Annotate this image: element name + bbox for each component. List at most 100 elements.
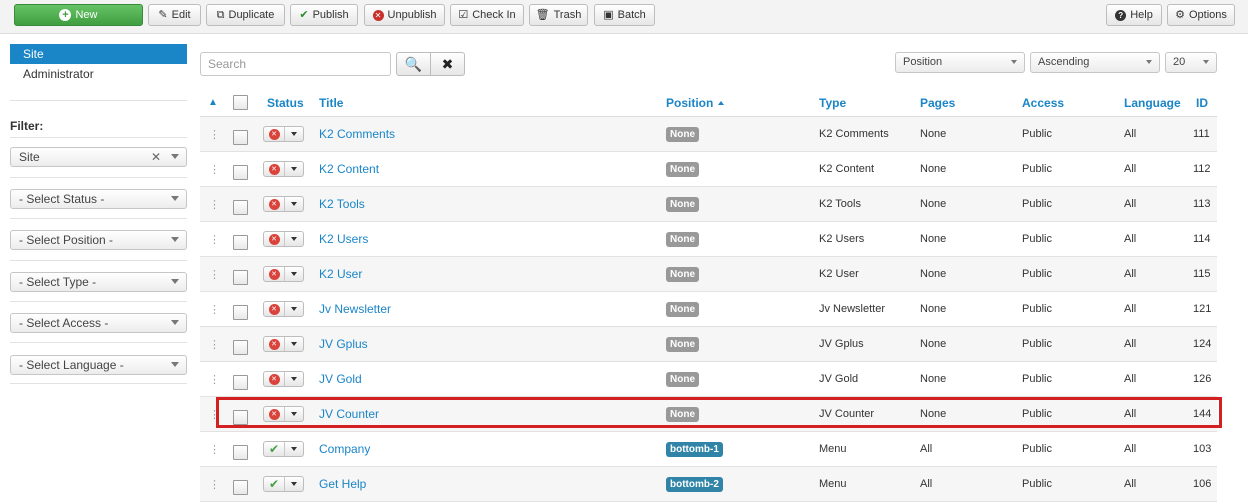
status-dropdown[interactable]	[285, 372, 303, 386]
status-dropdown[interactable]	[285, 302, 303, 316]
drag-handle-icon[interactable]: ⋮	[209, 152, 220, 186]
status-dropdown[interactable]	[285, 442, 303, 456]
sidebar-item-administrator[interactable]: Administrator	[10, 64, 187, 84]
edit-button[interactable]: ✎ Edit	[148, 4, 201, 26]
language-filter-select[interactable]: - Select Language -	[10, 355, 187, 375]
row-checkbox[interactable]	[233, 152, 248, 186]
status-icon-wrap[interactable]: ✔	[264, 442, 285, 456]
row-title-link[interactable]: Jv Newsletter	[319, 292, 391, 326]
row-checkbox[interactable]	[233, 327, 248, 361]
status-icon-wrap[interactable]: ✕	[264, 197, 285, 211]
drag-handle-icon[interactable]: ⋮	[209, 222, 220, 256]
limit-select[interactable]: 20	[1165, 52, 1217, 73]
status-toggle[interactable]: ✕	[263, 257, 304, 291]
drag-handle-icon[interactable]: ⋮	[209, 292, 220, 326]
status-toggle[interactable]: ✔	[263, 467, 304, 501]
drag-handle-icon[interactable]: ⋮	[209, 467, 220, 501]
row-checkbox[interactable]	[233, 362, 248, 396]
row-checkbox[interactable]	[233, 397, 248, 431]
status-toggle[interactable]: ✕	[263, 397, 304, 431]
options-button[interactable]: ⚙ Options	[1167, 4, 1235, 26]
access-filter-select[interactable]: - Select Access -	[10, 313, 187, 333]
clear-search-button[interactable]: ✖	[430, 52, 465, 76]
header-language[interactable]: Language	[1124, 88, 1181, 117]
drag-handle-icon[interactable]: ⋮	[209, 397, 220, 431]
row-title-link[interactable]: K2 Tools	[319, 187, 365, 221]
row-title-link[interactable]: JV Counter	[319, 397, 379, 431]
status-icon-wrap[interactable]: ✕	[264, 127, 285, 141]
drag-handle-icon[interactable]: ⋮	[209, 362, 220, 396]
search-button[interactable]: 🔍	[396, 52, 431, 76]
row-title-link[interactable]: K2 User	[319, 257, 362, 291]
status-toggle[interactable]: ✕	[263, 152, 304, 186]
row-checkbox[interactable]	[233, 467, 248, 501]
status-dropdown[interactable]	[285, 267, 303, 281]
client-filter-select[interactable]: Site ✕	[10, 147, 187, 167]
direction-select[interactable]: Ascending	[1030, 52, 1160, 73]
status-toggle[interactable]: ✕	[263, 292, 304, 326]
select-all-checkbox[interactable]	[233, 88, 248, 117]
drag-handle-icon[interactable]: ⋮	[209, 187, 220, 221]
row-title-link[interactable]: Get Help	[319, 467, 366, 501]
drag-handle-icon[interactable]: ⋮	[209, 257, 220, 291]
row-title-link[interactable]: K2 Comments	[319, 117, 395, 151]
header-status[interactable]: Status	[267, 88, 304, 117]
row-checkbox[interactable]	[233, 257, 248, 291]
drag-handle-icon[interactable]: ⋮	[209, 117, 220, 151]
row-title-link[interactable]: Company	[319, 432, 370, 466]
header-access[interactable]: Access	[1022, 88, 1064, 117]
header-id[interactable]: ID	[1196, 88, 1208, 117]
unpublish-button[interactable]: ✕ Unpublish	[364, 4, 445, 26]
status-icon-wrap[interactable]: ✕	[264, 232, 285, 246]
status-icon-wrap[interactable]: ✔	[264, 477, 285, 491]
status-dropdown[interactable]	[285, 232, 303, 246]
row-checkbox[interactable]	[233, 187, 248, 221]
row-title-link[interactable]: JV Gold	[319, 362, 362, 396]
header-position[interactable]: Position	[666, 88, 725, 117]
row-checkbox[interactable]	[233, 432, 248, 466]
status-icon-wrap[interactable]: ✕	[264, 372, 285, 386]
status-icon-wrap[interactable]: ✕	[264, 267, 285, 281]
row-checkbox[interactable]	[233, 222, 248, 256]
check-in-button[interactable]: ☑ Check In	[450, 4, 524, 26]
status-toggle[interactable]: ✕	[263, 117, 304, 151]
status-dropdown[interactable]	[285, 197, 303, 211]
publish-button[interactable]: ✔ Publish	[290, 4, 358, 26]
status-dropdown[interactable]	[285, 162, 303, 176]
status-dropdown[interactable]	[285, 337, 303, 351]
header-pages[interactable]: Pages	[920, 88, 955, 117]
row-checkbox[interactable]	[233, 117, 248, 151]
drag-handle-icon[interactable]: ⋮	[209, 327, 220, 361]
row-title-link[interactable]: K2 Users	[319, 222, 368, 256]
help-button[interactable]: ? Help	[1106, 4, 1162, 26]
trash-button[interactable]: 🗑 Trash	[529, 4, 588, 26]
status-toggle[interactable]: ✕	[263, 362, 304, 396]
status-icon-wrap[interactable]: ✕	[264, 302, 285, 316]
header-type[interactable]: Type	[819, 88, 846, 117]
status-toggle[interactable]: ✔	[263, 432, 304, 466]
batch-button[interactable]: ▣ Batch	[594, 4, 655, 26]
row-checkbox[interactable]	[233, 292, 248, 326]
new-button[interactable]: + New	[14, 4, 143, 26]
order-by-select[interactable]: Position	[895, 52, 1025, 73]
position-filter-select[interactable]: - Select Position -	[10, 230, 187, 250]
sort-icon[interactable]: ▲	[208, 88, 218, 117]
sidebar-item-site[interactable]: Site	[10, 44, 187, 64]
status-dropdown[interactable]	[285, 127, 303, 141]
duplicate-button[interactable]: ⧉ Duplicate	[206, 4, 285, 26]
status-icon-wrap[interactable]: ✕	[264, 337, 285, 351]
status-dropdown[interactable]	[285, 477, 303, 491]
row-title-link[interactable]: K2 Content	[319, 152, 379, 186]
status-toggle[interactable]: ✕	[263, 187, 304, 221]
drag-handle-icon[interactable]: ⋮	[209, 432, 220, 466]
status-icon-wrap[interactable]: ✕	[264, 407, 285, 421]
status-toggle[interactable]: ✕	[263, 222, 304, 256]
header-title[interactable]: Title	[319, 88, 343, 117]
clear-icon[interactable]: ✕	[151, 148, 161, 166]
row-title-link[interactable]: JV Gplus	[319, 327, 368, 361]
status-filter-select[interactable]: - Select Status -	[10, 189, 187, 209]
status-icon-wrap[interactable]: ✕	[264, 162, 285, 176]
status-toggle[interactable]: ✕	[263, 327, 304, 361]
search-input[interactable]: Search	[200, 52, 391, 76]
status-dropdown[interactable]	[285, 407, 303, 421]
